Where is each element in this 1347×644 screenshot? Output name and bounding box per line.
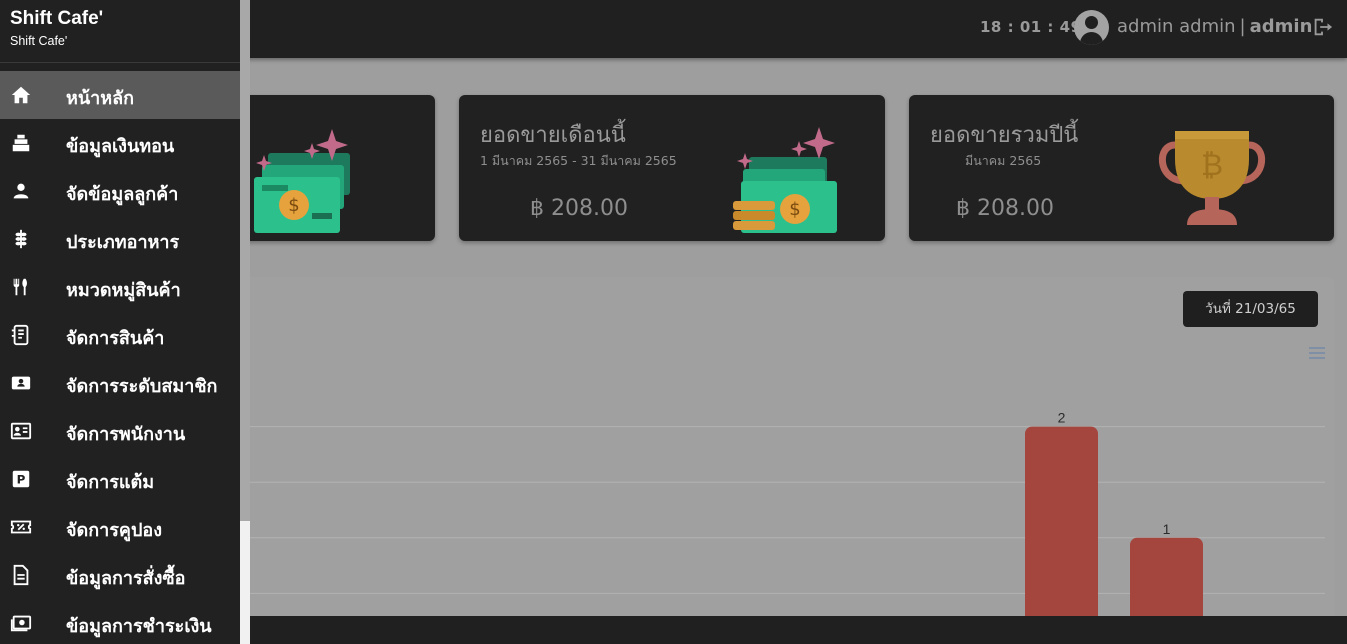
id-card-icon [10, 422, 32, 440]
chart-data-label: 2 [1058, 410, 1066, 426]
sidebar-item-orders[interactable]: ข้อมูลการสั่งซื้อ [0, 551, 240, 599]
sidebar-item-label: จัดการคูปอง [66, 520, 162, 541]
avatar[interactable] [1074, 10, 1109, 45]
home-icon [11, 86, 31, 104]
brand-divider [0, 62, 240, 63]
sales-card-month: ยอดขายเดือนนี้ 1 มีนาคม 2565 - 31 มีนาคม… [459, 95, 885, 241]
sidebar-item-member-levels[interactable]: จัดการระดับสมาชิก [0, 359, 240, 407]
chart-bar[interactable] [1130, 537, 1203, 627]
sidebar-item-label: ข้อมูลการสั่งซื้อ [66, 568, 186, 589]
sidebar-scrollbar-thumb[interactable] [240, 0, 250, 521]
chart-panel: วันที่ 21/03/65 21 [240, 277, 1334, 627]
sidebar-item-label: หมวดหมู่สินค้า [66, 280, 181, 301]
cash-illustration-icon: $ [254, 129, 350, 233]
card-subtitle: มีนาคม 2565 [965, 153, 1042, 168]
chart-data-label: 1 [1163, 521, 1171, 537]
svg-text:P: P [17, 473, 26, 487]
logout-icon[interactable] [1311, 16, 1333, 38]
brand-title: Shift Cafe' [10, 8, 104, 29]
cash-register-icon [12, 134, 30, 152]
sales-bar-chart: 21 [240, 410, 1325, 627]
svg-text:$: $ [288, 195, 299, 216]
sales-card-year: ยอดขายรวมปีนี้ มีนาคม 2565 ฿ 208.00 ₿ [909, 95, 1334, 241]
sidebar-item-products[interactable]: จัดการสินค้า [0, 311, 240, 359]
points-icon: P [12, 470, 30, 488]
user-separator: | [1239, 16, 1246, 37]
card-amount: ฿ 208.00 [956, 196, 1054, 221]
sidebar-item-change-money[interactable]: ข้อมูลเงินทอน [0, 119, 240, 167]
card-subtitle: 1 มีนาคม 2565 - 31 มีนาคม 2565 [480, 153, 677, 168]
money-icon [10, 615, 32, 632]
document-icon [13, 564, 29, 586]
sidebar-item-label: จัดการระดับสมาชิก [66, 376, 218, 397]
card-title: ยอดขายเดือนนี้ [480, 123, 626, 148]
sidebar-item-label: ประเภทอาหาร [66, 232, 180, 253]
sidebar-item-points[interactable]: P จัดการแต้ม [0, 455, 240, 503]
sales-card-today: $ [240, 95, 435, 241]
card-amount: ฿ 208.00 [530, 196, 628, 221]
user-role: admin [1249, 16, 1313, 37]
card-title: ยอดขายรวมปีนี้ [930, 123, 1079, 148]
member-card-icon [11, 376, 31, 390]
sidebar-item-label: จัดข้อมูลลูกค้า [66, 184, 179, 205]
svg-text:₿: ₿ [1201, 148, 1223, 183]
sidebar-item-label: จัดการสินค้า [66, 328, 165, 349]
wheat-icon [15, 229, 27, 249]
utensils-icon [13, 278, 27, 296]
sidebar-item-label: ข้อมูลการชำระเงิน [66, 616, 212, 637]
user-icon [13, 183, 29, 199]
trophy-illustration-icon: ₿ [1158, 131, 1266, 225]
user-name: admin admin [1117, 16, 1236, 37]
sidebar-item-label: จัดการพนักงาน [66, 424, 186, 445]
svg-text:$: $ [789, 199, 800, 220]
sidebar-item-label: จัดการแต้ม [66, 472, 155, 493]
sidebar-item-categories[interactable]: หมวดหมู่สินค้า [0, 263, 240, 311]
avatar-head-shape [1085, 16, 1098, 29]
avatar-body-shape [1080, 32, 1103, 45]
sidebar-item-employees[interactable]: จัดการพนักงาน [0, 407, 240, 455]
sidebar-item-label: หน้าหลัก [66, 88, 135, 109]
user-info: admin admin | admin [1117, 16, 1312, 37]
sidebar-item-payments[interactable]: ข้อมูลการชำระเงิน [0, 599, 240, 644]
chart-bar[interactable] [1025, 426, 1098, 627]
brand: Shift Cafe' Shift Cafe' [10, 8, 103, 48]
sidebar-item-coupons[interactable]: จัดการคูปอง [0, 503, 240, 551]
product-box-icon [11, 324, 29, 346]
sidebar-item-home[interactable]: หน้าหลัก [0, 71, 240, 119]
sidebar-item-food-types[interactable]: ประเภทอาหาร [0, 215, 240, 263]
sidebar-item-customers[interactable]: จัดข้อมูลลูกค้า [0, 167, 240, 215]
cash-coins-illustration-icon: $ [733, 127, 837, 233]
coupon-icon [10, 520, 32, 534]
sidebar-item-label: ข้อมูลเงินทอน [66, 136, 175, 157]
clock: 18 : 01 : 49 [980, 18, 1082, 36]
sidebar: Shift Cafe' Shift Cafe' หน้าหลัก ข้อมูลเ… [0, 0, 240, 644]
brand-subtitle: Shift Cafe' [10, 34, 68, 48]
bottom-bar [240, 616, 1347, 644]
